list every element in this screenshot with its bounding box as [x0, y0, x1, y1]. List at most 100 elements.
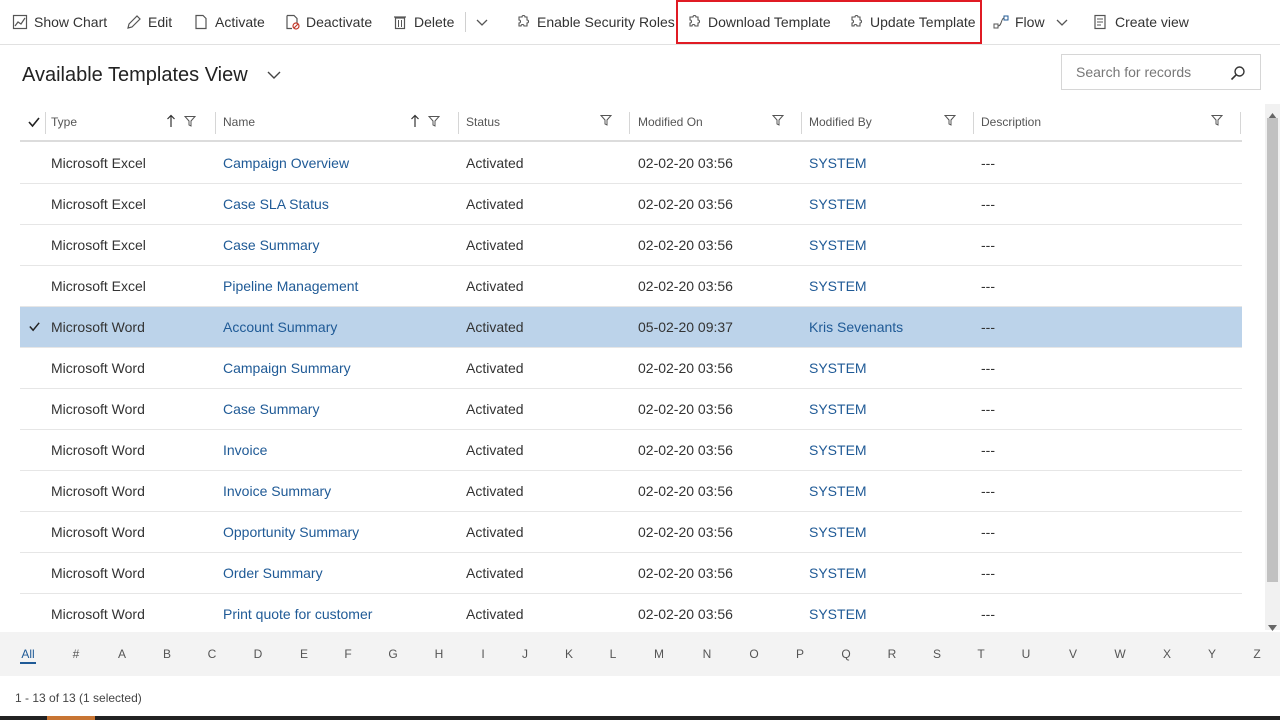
cell-name-link[interactable]: Order Summary: [223, 553, 323, 593]
alphabet-filter-letter[interactable]: W: [1110, 632, 1130, 676]
alphabet-filter-letter[interactable]: S: [927, 632, 947, 676]
cell-modified-by-link[interactable]: SYSTEM: [809, 266, 867, 306]
table-row[interactable]: Microsoft Word Case Summary Activated 02-02…: [20, 389, 1242, 430]
cell-modified-by-link[interactable]: SYSTEM: [809, 143, 867, 183]
sort-up-icon: [167, 114, 175, 127]
alphabet-filter-letter[interactable]: L: [603, 632, 623, 676]
alphabet-filter-letter[interactable]: F: [338, 632, 358, 676]
column-header-status[interactable]: Status: [466, 104, 500, 140]
cell-status: Activated: [466, 442, 524, 458]
column-header-description[interactable]: Description: [981, 104, 1041, 140]
table-row[interactable]: Microsoft Word Print quote for customer Ac…: [20, 594, 1242, 635]
alphabet-filter-letter[interactable]: I: [473, 632, 493, 676]
alphabet-filter-letter[interactable]: Q: [836, 632, 856, 676]
search-box: [1061, 54, 1261, 90]
column-header-name[interactable]: Name: [223, 104, 255, 140]
cell-name-link[interactable]: Case Summary: [223, 225, 319, 265]
alphabet-filter-letter[interactable]: O: [744, 632, 764, 676]
cell-name-link[interactable]: Print quote for customer: [223, 594, 372, 634]
cell-modified-on: 02-02-20 03:56: [638, 565, 733, 581]
table-row[interactable]: Microsoft Word Order Summary Activated 02-0…: [20, 553, 1242, 594]
cell-name-link[interactable]: Account Summary: [223, 307, 337, 347]
alphabet-filter-all[interactable]: All: [18, 632, 38, 676]
column-header-type[interactable]: Type: [51, 104, 77, 140]
table-row[interactable]: Microsoft Excel Case Summary Activated 02-0…: [20, 225, 1242, 266]
cell-type: Microsoft Word: [51, 483, 145, 499]
cell-modified-by-link[interactable]: Kris Sevenants: [809, 307, 903, 347]
cell-modified-by-link[interactable]: SYSTEM: [809, 553, 867, 593]
cell-modified-by-link[interactable]: SYSTEM: [809, 389, 867, 429]
alphabet-filter-letter[interactable]: R: [882, 632, 902, 676]
show-chart-label: Show Chart: [34, 14, 108, 30]
cell-type: Microsoft Word: [51, 401, 145, 417]
deactivate-button[interactable]: Deactivate: [284, 0, 372, 44]
table-row[interactable]: Microsoft Word Campaign Summary Activated 0…: [20, 348, 1242, 389]
column-header-modified-on[interactable]: Modified On: [638, 104, 703, 140]
delete-button[interactable]: Delete: [392, 0, 454, 44]
alphabet-filter-letter[interactable]: N: [697, 632, 717, 676]
table-row[interactable]: Microsoft Word Opportunity Summary Activat…: [20, 512, 1242, 553]
view-icon: [1093, 14, 1109, 30]
alphabet-filter-letter[interactable]: P: [790, 632, 810, 676]
alphabet-filter-letter[interactable]: H: [429, 632, 449, 676]
column-header-modified-by[interactable]: Modified By: [809, 104, 872, 140]
pencil-icon: [126, 14, 142, 30]
alphabet-filter-letter[interactable]: U: [1016, 632, 1036, 676]
cell-modified-by-link[interactable]: SYSTEM: [809, 348, 867, 388]
cell-modified-on: 02-02-20 03:56: [638, 442, 733, 458]
table-row[interactable]: Microsoft Excel Pipeline Management Activa…: [20, 266, 1242, 307]
create-view-button[interactable]: Create view: [1093, 0, 1189, 44]
alphabet-filter-letter[interactable]: #: [66, 632, 86, 676]
alphabet-filter-letter[interactable]: Z: [1247, 632, 1267, 676]
table-row[interactable]: Microsoft Excel Case SLA Status Activated 0…: [20, 184, 1242, 225]
cell-modified-by-link[interactable]: SYSTEM: [809, 225, 867, 265]
cell-name-link[interactable]: Pipeline Management: [223, 266, 358, 306]
cell-modified-by-link[interactable]: SYSTEM: [809, 512, 867, 552]
alphabet-filter-letter[interactable]: K: [559, 632, 579, 676]
search-input[interactable]: [1074, 63, 1238, 81]
alphabet-filter-letter[interactable]: C: [202, 632, 222, 676]
alphabet-filter-letter[interactable]: A: [112, 632, 132, 676]
table-row[interactable]: Microsoft Word Invoice Activated 02-02-20 0…: [20, 430, 1242, 471]
modified-by-column-controls: [944, 114, 956, 126]
alphabet-filter-letter[interactable]: B: [157, 632, 177, 676]
cell-modified-by-link[interactable]: SYSTEM: [809, 471, 867, 511]
table-row[interactable]: Microsoft Word Invoice Summary Activated 02…: [20, 471, 1242, 512]
alphabet-filter-letter[interactable]: Y: [1202, 632, 1222, 676]
highlight-box: [676, 0, 982, 44]
activate-button[interactable]: Activate: [193, 0, 265, 44]
flow-button[interactable]: Flow: [993, 0, 1045, 44]
cell-name-link[interactable]: Invoice: [223, 430, 267, 470]
alphabet-filter-letter[interactable]: T: [971, 632, 991, 676]
cell-name-link[interactable]: Opportunity Summary: [223, 512, 359, 552]
alphabet-filter-letter[interactable]: E: [294, 632, 314, 676]
cell-name-link[interactable]: Case Summary: [223, 389, 319, 429]
cell-modified-by-link[interactable]: SYSTEM: [809, 184, 867, 224]
cell-type: Microsoft Word: [51, 606, 145, 622]
edit-button[interactable]: Edit: [126, 0, 172, 44]
row-checkmark-icon[interactable]: [28, 320, 41, 336]
show-chart-button[interactable]: Show Chart: [12, 0, 107, 44]
alphabet-filter-letter[interactable]: J: [515, 632, 535, 676]
cell-name-link[interactable]: Case SLA Status: [223, 184, 329, 224]
cell-name-link[interactable]: Campaign Overview: [223, 143, 349, 183]
view-selector[interactable]: Available Templates View: [22, 60, 282, 90]
alphabet-filter-letter[interactable]: M: [649, 632, 669, 676]
cell-name-link[interactable]: Campaign Summary: [223, 348, 351, 388]
flow-dropdown-button[interactable]: [1055, 0, 1069, 44]
alphabet-filter-letter[interactable]: X: [1157, 632, 1177, 676]
table-row[interactable]: Microsoft Excel Campaign Overview Activate…: [20, 143, 1242, 184]
alphabet-filter-letter[interactable]: G: [383, 632, 403, 676]
enable-security-roles-button[interactable]: Enable Security Roles: [515, 0, 675, 44]
alphabet-filter-letter[interactable]: D: [248, 632, 268, 676]
more-commands-button[interactable]: [475, 0, 489, 44]
scrollbar-thumb[interactable]: [1267, 118, 1278, 582]
cell-modified-by-link[interactable]: SYSTEM: [809, 594, 867, 634]
search-icon[interactable]: [1230, 65, 1246, 86]
cell-modified-by-link[interactable]: SYSTEM: [809, 430, 867, 470]
cell-name-link[interactable]: Invoice Summary: [223, 471, 331, 511]
alphabet-filter-letter[interactable]: V: [1063, 632, 1083, 676]
table-row[interactable]: Microsoft Word Account Summary Activated 05…: [20, 307, 1242, 348]
select-all-checkbox[interactable]: [27, 104, 41, 140]
vertical-scrollbar[interactable]: [1265, 104, 1280, 631]
